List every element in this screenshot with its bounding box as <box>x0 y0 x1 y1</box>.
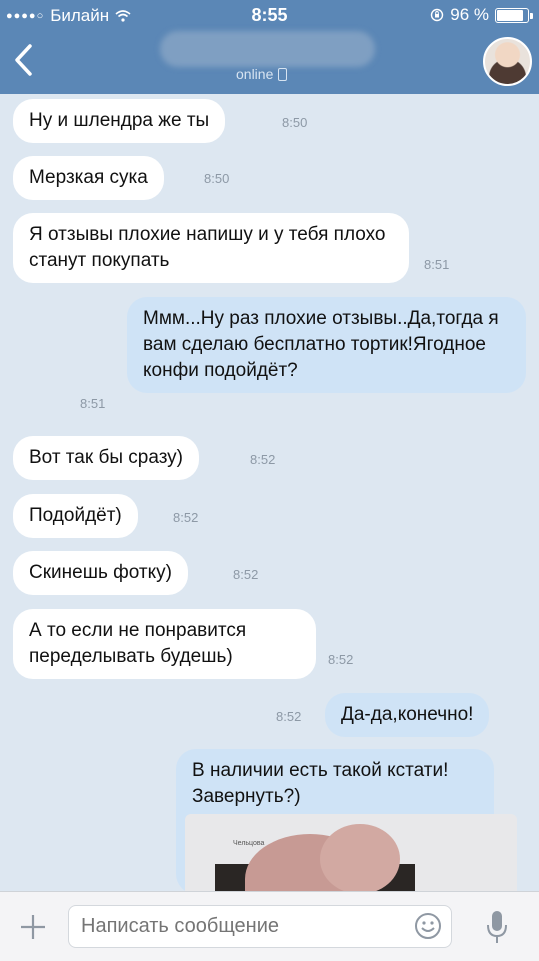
back-arrow-icon[interactable] <box>10 40 40 80</box>
message-time: 8:52 <box>250 452 276 467</box>
message-time: 8:50 <box>204 171 230 186</box>
message-text: Скинешь фотку) <box>29 562 172 583</box>
chat-header: ●●●●○ Билайн 8:55 96 % online <box>0 0 539 94</box>
message-incoming: А то если не понравится переделывать буд… <box>13 609 316 679</box>
message-time: 8:52 <box>233 567 259 582</box>
battery-icon <box>495 7 533 23</box>
online-status-label: online <box>236 66 274 82</box>
message-incoming: Ну и шлендра же ты <box>13 99 226 143</box>
message-incoming: Вот так бы сразу) <box>13 436 200 480</box>
status-bar: ●●●●○ Билайн 8:55 96 % <box>0 0 539 30</box>
microphone-icon[interactable] <box>484 909 510 945</box>
message-time: 8:52 <box>173 510 199 525</box>
message-input[interactable] <box>68 905 452 948</box>
message-outgoing: Да-да,конечно! <box>325 693 490 737</box>
message-time: 8:51 <box>80 396 106 411</box>
message-text: Ну и шлендра же ты <box>29 110 210 131</box>
message-time: 8:52 <box>276 709 302 724</box>
rotation-lock-icon <box>431 8 444 22</box>
message-incoming: Подойдёт) <box>13 494 138 538</box>
message-text: Да-да,конечно! <box>341 704 474 725</box>
message-text: Вот так бы сразу) <box>29 447 184 468</box>
online-status: online <box>236 66 288 82</box>
message-incoming: Мерзкая сука <box>13 156 164 200</box>
attach-plus-icon[interactable] <box>17 911 49 943</box>
cake-photo[interactable]: Чельцова <box>185 814 517 891</box>
message-list[interactable]: Ну и шлендра же ты 8:50 Мерзкая сука 8:5… <box>0 94 539 891</box>
message-time: 8:52 <box>328 652 354 667</box>
photo-watermark: Чельцова <box>233 840 265 847</box>
battery-percent: 96 % <box>450 5 489 24</box>
message-text: Я отзывы плохие напишу и у тебя плохо ст… <box>29 224 386 271</box>
message-composer <box>0 891 539 961</box>
message-text: Подойдёт) <box>29 505 122 526</box>
message-outgoing: Ммм...Ну раз плохие отзывы..Да,тогда я в… <box>127 297 526 393</box>
emoji-icon[interactable] <box>414 912 442 940</box>
avatar[interactable] <box>483 37 532 86</box>
battery-area: 96 % <box>430 5 533 25</box>
message-time: 8:50 <box>282 115 308 130</box>
contact-name-redacted[interactable] <box>160 31 375 67</box>
message-incoming: Я отзывы плохие напишу и у тебя плохо ст… <box>13 213 409 283</box>
battery-level <box>497 9 523 21</box>
mobile-icon <box>278 67 288 81</box>
message-text: В наличии есть такой кстати! Завернуть?) <box>192 760 449 807</box>
message-time: 8:51 <box>424 257 450 272</box>
message-text: А то если не понравится переделывать буд… <box>29 620 247 667</box>
message-text: Мерзкая сука <box>29 167 148 188</box>
message-text: Ммм...Ну раз плохие отзывы..Да,тогда я в… <box>143 308 499 381</box>
message-incoming: Скинешь фотку) <box>13 551 188 595</box>
